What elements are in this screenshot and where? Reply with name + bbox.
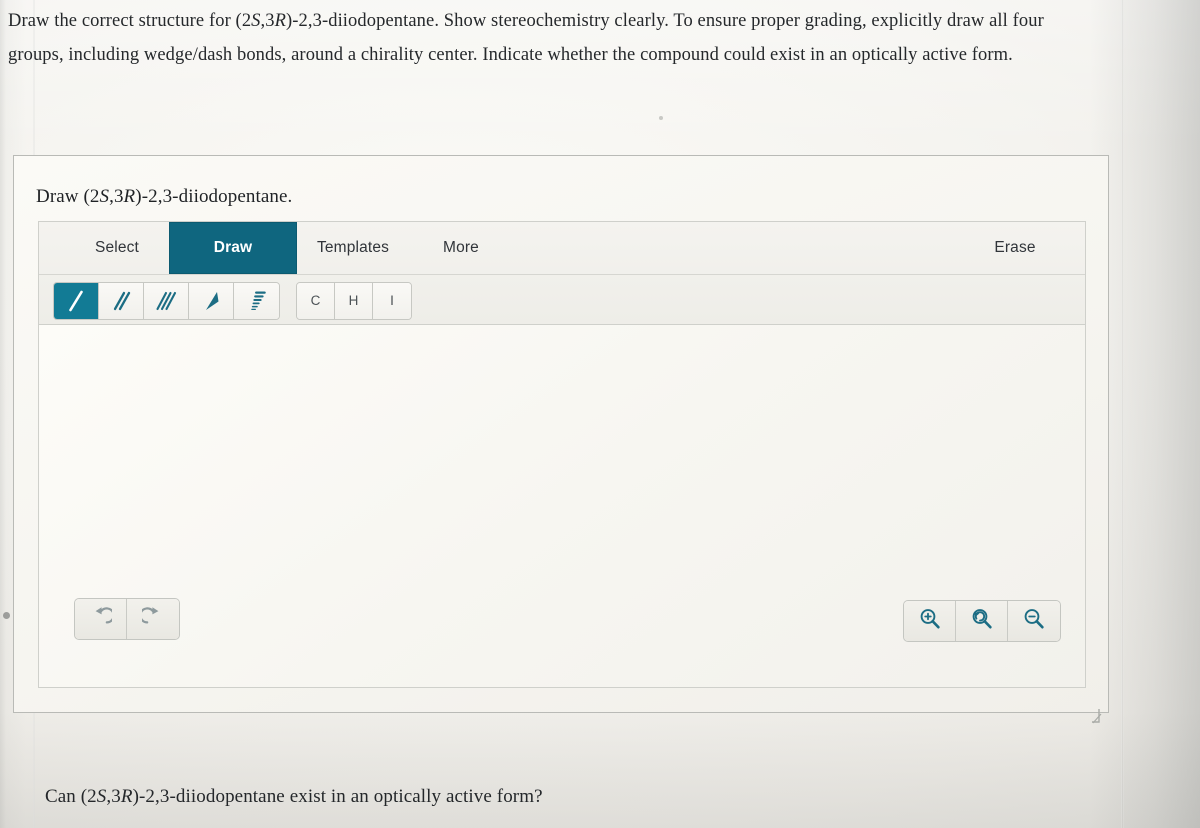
magnifier-plus-icon [918, 607, 942, 636]
followup-text-part: Can (2 [45, 786, 97, 807]
erase-button-label: Erase [994, 239, 1036, 256]
tab-draw-label: Draw [213, 239, 253, 256]
undo-arrow-icon [90, 606, 115, 633]
tab-more[interactable]: More [409, 222, 513, 274]
tab-bar-left-pad [39, 222, 65, 274]
followup-descriptor-s: S [96, 786, 107, 807]
redo-arrow-icon [139, 606, 164, 633]
carbon-element-button[interactable]: C [297, 282, 335, 319]
zoom-in-button[interactable] [904, 601, 956, 641]
tab-draw[interactable]: Draw [169, 222, 297, 274]
card-title-descriptor-r: R [123, 186, 136, 207]
triple-bond-tool[interactable] [144, 282, 189, 319]
prompt-stereo-descriptor-s: S [251, 11, 261, 31]
followup-descriptor-r: R [120, 786, 133, 807]
editor-tab-bar: Select Draw Templates More Erase [39, 222, 1085, 275]
triple-bond-icon [154, 288, 178, 314]
drawing-canvas[interactable] [38, 325, 1086, 688]
magnifier-reset-icon [970, 607, 994, 636]
double-bond-tool[interactable] [99, 282, 144, 319]
followup-text-part: )-2,3-diiodopentane exist in an opticall… [132, 786, 543, 807]
followup-question: Can (2S,3R)-2,3-diiodopentane exist in a… [45, 786, 543, 808]
zoom-button-group [903, 600, 1061, 642]
history-button-group [74, 598, 180, 640]
page-fold-line-right [1121, 0, 1124, 828]
wedge-bond-tool[interactable] [189, 282, 234, 319]
double-bond-icon [110, 288, 132, 314]
iodine-element-button[interactable]: I [373, 282, 411, 319]
question-prompt: Draw the correct structure for (2S,3R)-2… [8, 4, 1098, 72]
hash-bond-tool[interactable] [234, 282, 279, 319]
iodine-element-label: I [390, 293, 394, 308]
editor-toolbar: Select Draw Templates More Erase C H I [38, 221, 1086, 325]
undo-button[interactable] [75, 599, 127, 639]
followup-text-part: ,3 [106, 786, 121, 807]
page-speck [3, 612, 10, 619]
wedge-bond-icon [200, 288, 222, 314]
question-card: Draw (2S,3R)-2,3-diiodopentane. Select D… [13, 155, 1109, 724]
tab-select-label: Select [95, 239, 139, 256]
tab-templates-label: Templates [317, 239, 389, 256]
erase-button[interactable]: Erase [963, 222, 1085, 274]
hash-bond-icon [246, 288, 268, 314]
prompt-stereo-descriptor-r: R [274, 11, 287, 31]
carbon-element-label: C [310, 293, 321, 308]
single-bond-icon [65, 288, 87, 314]
zoom-reset-button[interactable] [956, 601, 1008, 641]
tab-select[interactable]: Select [65, 222, 169, 274]
page-speck [659, 116, 663, 120]
card-title-part: )-2,3-diiodopentane. [135, 186, 293, 207]
magnifier-minus-icon [1022, 607, 1046, 636]
card-title-part: Draw (2 [36, 186, 100, 207]
zoom-out-button[interactable] [1008, 601, 1060, 641]
single-bond-tool[interactable] [54, 282, 99, 319]
tab-templates[interactable]: Templates [297, 222, 409, 274]
hydrogen-element-button[interactable]: H [335, 282, 373, 319]
prompt-text-part: ,3 [260, 11, 275, 31]
hydrogen-element-label: H [348, 293, 359, 308]
prompt-text-part: Draw the correct structure for (2 [8, 11, 252, 31]
card-title-descriptor-s: S [99, 186, 110, 207]
redo-button[interactable] [127, 599, 179, 639]
element-tool-group: C H I [296, 281, 412, 320]
molecule-editor: Select Draw Templates More Erase C H I [38, 221, 1086, 689]
card-title-part: ,3 [109, 186, 124, 207]
tab-more-label: More [443, 239, 479, 256]
editor-tool-row: C H I [39, 275, 1085, 326]
card-title: Draw (2S,3R)-2,3-diiodopentane. [36, 186, 292, 208]
bond-tool-group [53, 281, 280, 320]
canvas-resize-handle[interactable] [1090, 707, 1110, 725]
